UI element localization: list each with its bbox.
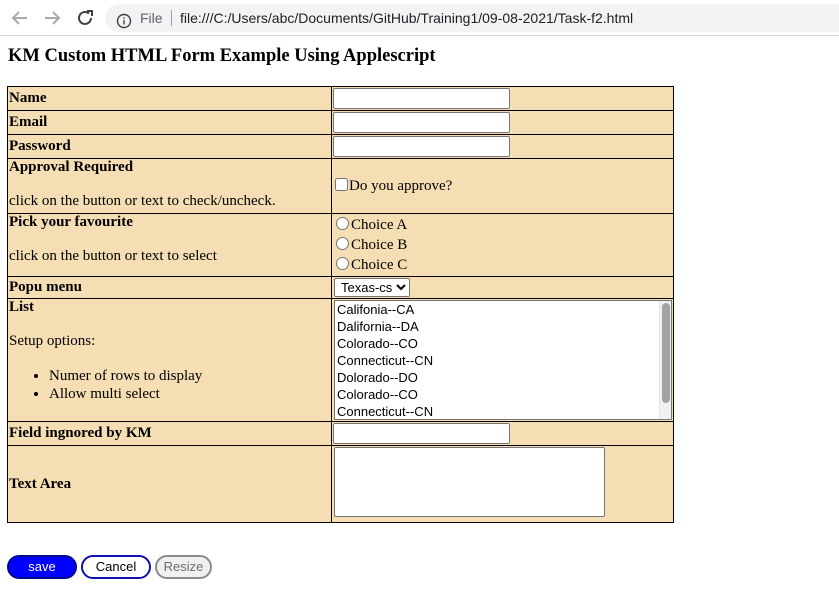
choice-b-option[interactable]: Choice B	[333, 235, 672, 255]
list-option[interactable]: Colorado--CO	[335, 386, 671, 403]
choice-a-radio[interactable]	[336, 217, 349, 230]
address-bar[interactable]: File file:///C:/Users/abc/Documents/GitH…	[105, 4, 839, 32]
email-cell	[331, 110, 674, 135]
row-email: Email	[7, 110, 674, 135]
list-scrollbar-thumb[interactable]	[662, 303, 670, 403]
favourite-hint: click on the button or text to select	[9, 248, 217, 264]
text-area-cell	[331, 445, 674, 523]
row-password: Password	[7, 134, 674, 159]
choice-a-text[interactable]: Choice A	[351, 217, 407, 233]
choice-c-radio[interactable]	[336, 257, 349, 270]
approval-checkbox[interactable]	[335, 177, 348, 191]
list-option[interactable]: Colorado--CO	[335, 335, 671, 352]
list-setup-text: Setup options:	[9, 333, 96, 349]
popup-label: Popu menu	[7, 276, 332, 299]
popup-cell: Texas-cs	[331, 276, 674, 299]
info-icon[interactable]	[116, 10, 132, 29]
password-cell	[331, 134, 674, 159]
list-label: List	[9, 299, 35, 315]
ignored-field-input[interactable]	[333, 423, 510, 444]
favourite-cell: Choice A Choice B Choice C	[331, 213, 674, 277]
ignored-field-cell	[331, 421, 674, 446]
cancel-button[interactable]: Cancel	[81, 555, 151, 579]
choice-c-option[interactable]: Choice C	[333, 255, 672, 275]
list-setup-bullets: Numer of rows to display Allow multi sel…	[9, 367, 330, 403]
file-scheme-label: File	[140, 10, 163, 26]
row-popup-menu: Popu menu Texas-cs	[7, 276, 674, 299]
page-title: KM Custom HTML Form Example Using Apples…	[8, 46, 436, 66]
text-area-input[interactable]	[334, 447, 605, 517]
approval-label: Approval Required	[9, 159, 134, 175]
approval-checkbox-label[interactable]: Do you approve?	[333, 177, 452, 194]
list-cell: Califonia--CA Dalifornia--DA Colorado--C…	[331, 298, 674, 422]
list-select[interactable]: Califonia--CA Dalifornia--DA Colorado--C…	[334, 300, 672, 420]
row-ignored-field: Field ingnored by KM	[7, 421, 674, 446]
list-option[interactable]: Connecticut--CN	[335, 352, 671, 369]
save-button[interactable]: save	[7, 555, 77, 579]
row-favourite: Pick your favourite click on the button …	[7, 213, 674, 277]
name-label: Name	[7, 86, 332, 111]
list-option[interactable]: Dalifornia--DA	[335, 318, 671, 335]
browser-toolbar: File file:///C:/Users/abc/Documents/GitH…	[0, 0, 839, 36]
choice-b-radio[interactable]	[336, 237, 349, 250]
password-label: Password	[7, 134, 332, 159]
url-text[interactable]: file:///C:/Users/abc/Documents/GitHub/Tr…	[180, 4, 633, 32]
choice-a-option[interactable]: Choice A	[333, 215, 672, 235]
list-scrollbar[interactable]	[659, 301, 671, 419]
name-input[interactable]	[333, 88, 510, 109]
approval-hint: click on the button or text to check/unc…	[9, 193, 276, 209]
approval-label-cell: Approval Required click on the button or…	[7, 158, 332, 214]
approval-checkbox-text[interactable]: Do you approve?	[349, 178, 452, 194]
list-option[interactable]: Dolorado--DO	[335, 369, 671, 386]
list-bullet: Numer of rows to display	[49, 367, 330, 385]
approval-cell: Do you approve?	[331, 158, 674, 214]
row-name: Name	[7, 86, 674, 111]
reload-icon[interactable]	[74, 7, 96, 29]
list-label-cell: List Setup options: Numer of rows to dis…	[7, 298, 332, 422]
list-bullet: Allow multi select	[49, 385, 330, 403]
choice-b-text[interactable]: Choice B	[351, 237, 407, 253]
email-label: Email	[7, 110, 332, 135]
popup-select[interactable]: Texas-cs	[334, 278, 410, 297]
password-input[interactable]	[333, 136, 510, 157]
resize-button[interactable]: Resize	[155, 555, 212, 579]
list-option[interactable]: Califonia--CA	[335, 301, 671, 318]
address-divider	[171, 10, 172, 26]
favourite-label: Pick your favourite	[9, 214, 133, 230]
ignored-field-label: Field ingnored by KM	[7, 421, 332, 446]
choice-c-text[interactable]: Choice C	[351, 257, 407, 273]
row-list: List Setup options: Numer of rows to dis…	[7, 298, 674, 422]
forward-arrow-icon[interactable]	[41, 7, 63, 29]
name-cell	[331, 86, 674, 111]
favourite-label-cell: Pick your favourite click on the button …	[7, 213, 332, 277]
back-arrow-icon[interactable]	[9, 7, 31, 29]
email-input[interactable]	[333, 112, 510, 133]
row-text-area: Text Area	[7, 445, 674, 523]
text-area-label: Text Area	[7, 445, 332, 523]
list-option[interactable]: Connecticut--CN	[335, 403, 671, 419]
form-table: Name Email Password Approval Required cl…	[7, 86, 674, 523]
row-approval: Approval Required click on the button or…	[7, 158, 674, 214]
